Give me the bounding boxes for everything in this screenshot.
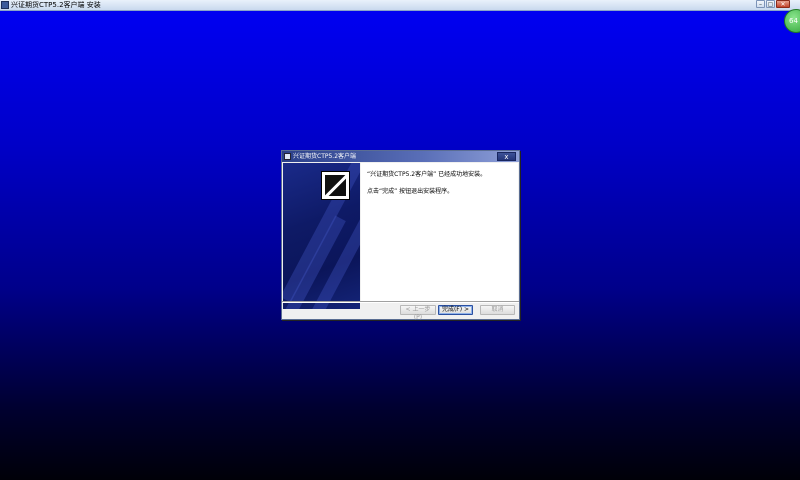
back-button[interactable]: < 上一步 (P) [400,305,436,321]
installer-background: 兴证期货CTP5.2客户端 安装 – ▢ ✕ 64 兴证期货CTP5.2客户端 … [0,0,800,480]
wizard-side-image [283,163,360,309]
setup-complete-dialog: 兴证期货CTP5.2客户端 x “兴证期货CTP5.2客户端” 已经成功地安装。… [281,150,520,321]
window-title-bar: 兴证期货CTP5.2客户端 安装 – ▢ ✕ [0,0,800,11]
dialog-content: “兴证期货CTP5.2客户端” 已经成功地安装。 点击“完成” 按钮退出安装程序… [361,163,518,301]
close-button[interactable]: ✕ [776,0,790,8]
dialog-close-button[interactable]: x [497,152,516,161]
installer-app-icon [284,153,291,160]
cancel-button[interactable]: 取消 [480,305,515,315]
dialog-title-bar: 兴证期货CTP5.2客户端 x [282,151,519,162]
window-title: 兴证期货CTP5.2客户端 安装 [11,1,101,9]
button-divider [282,301,519,303]
minimize-button[interactable]: – [756,0,765,8]
success-message: “兴证期货CTP5.2客户端” 已经成功地安装。 [367,171,487,178]
finish-button[interactable]: 完成(F) > [438,305,473,315]
network-badge-icon[interactable]: 64 [784,9,800,33]
dialog-title: 兴证期货CTP5.2客户端 [293,153,357,160]
window-controls: – ▢ ✕ [756,0,790,9]
logo-inner [325,175,346,196]
app-icon [1,1,9,9]
brand-logo-icon [321,171,350,200]
maximize-button[interactable]: ▢ [766,0,775,8]
logo-slash [325,175,346,196]
finish-instruction: 点击“完成” 按钮退出安装程序。 [367,188,454,195]
